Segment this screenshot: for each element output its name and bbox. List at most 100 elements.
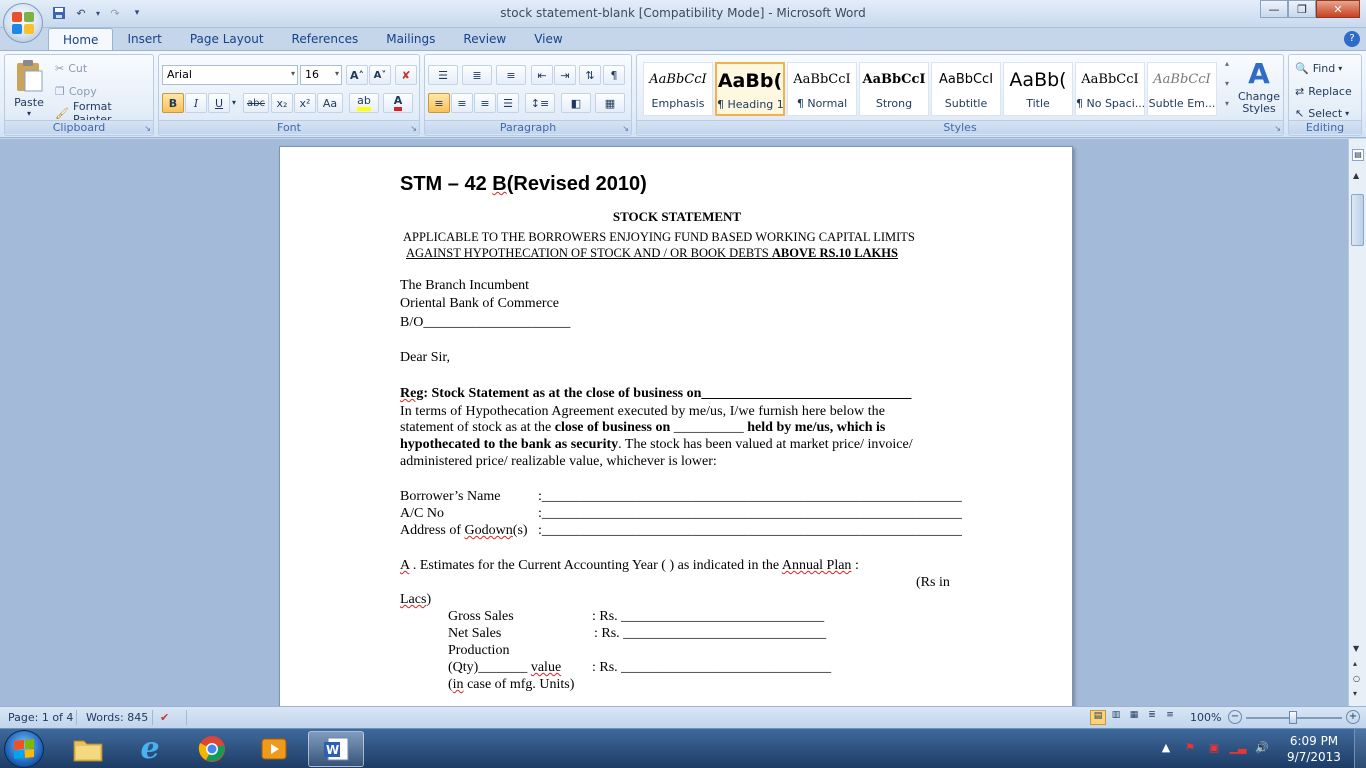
change-case-button[interactable]: Aa <box>317 93 343 113</box>
clipboard-launcher-icon[interactable]: ↘ <box>144 124 151 133</box>
media-player-taskbar-button[interactable] <box>246 731 302 767</box>
style-title[interactable]: AaBb( Title <box>1003 62 1073 116</box>
tab-mailings[interactable]: Mailings <box>372 28 449 50</box>
word-taskbar-button[interactable]: W <box>308 731 364 767</box>
outline-icon[interactable]: ≣ <box>1144 710 1160 725</box>
superscript-button[interactable]: x² <box>294 93 316 113</box>
zoom-slider-thumb[interactable] <box>1289 711 1297 724</box>
zoom-in-icon[interactable]: + <box>1346 710 1360 724</box>
align-left-button[interactable]: ≡ <box>428 93 450 113</box>
help-icon[interactable]: ? <box>1344 31 1360 47</box>
tab-view[interactable]: View <box>520 28 576 50</box>
styles-launcher-icon[interactable]: ↘ <box>1274 124 1281 133</box>
scroll-up-icon[interactable]: ▲ <box>1353 171 1359 180</box>
acno-field[interactable]: :_______________________________________… <box>538 506 962 522</box>
scroll-down-icon[interactable]: ▼ <box>1353 644 1359 653</box>
ruler-toggle-icon[interactable]: ▤ <box>1352 149 1364 161</box>
change-styles-button[interactable]: A Change Styles <box>1235 57 1283 119</box>
web-layout-icon[interactable]: ▦ <box>1126 710 1142 725</box>
bullets-button[interactable]: ☰ <box>428 65 458 85</box>
explorer-taskbar-button[interactable] <box>60 731 116 767</box>
font-name-combo[interactable]: Arial ▾ <box>162 65 298 85</box>
full-screen-reading-icon[interactable]: ▥ <box>1108 710 1124 725</box>
find-button[interactable]: 🔍 Find ▾ <box>1295 58 1342 78</box>
style-emphasis[interactable]: AaBbCcI Emphasis <box>643 62 713 116</box>
show-desktop-button[interactable] <box>1354 729 1366 768</box>
internet-explorer-taskbar-button[interactable]: e <box>122 731 178 767</box>
grow-font-button[interactable]: A˄ <box>346 65 368 85</box>
style-normal[interactable]: AaBbCcI ¶ Normal <box>787 62 857 116</box>
browse-object-icon[interactable]: ○ <box>1353 674 1360 683</box>
increase-indent-button[interactable]: ⇥ <box>554 65 576 85</box>
previous-page-icon[interactable]: ▴ <box>1353 659 1357 668</box>
undo-icon[interactable]: ↶ <box>72 4 90 22</box>
scrollbar-thumb[interactable] <box>1351 194 1364 246</box>
minimize-button[interactable]: — <box>1260 0 1288 18</box>
borrower-name-field[interactable]: :_______________________________________… <box>538 489 962 505</box>
maximize-button[interactable]: ❐ <box>1288 0 1316 18</box>
zoom-level[interactable]: 100% <box>1190 711 1221 724</box>
signal-icon[interactable]: ▁▃ <box>1229 741 1247 757</box>
production-field[interactable]: : Rs. ______________________________ <box>592 660 831 676</box>
style-heading-1[interactable]: AaBb( ¶ Heading 1 <box>715 62 785 116</box>
line-spacing-button[interactable]: ↕≡ <box>525 93 555 113</box>
clear-formatting-button[interactable]: ✘ <box>395 65 417 85</box>
bold-button[interactable]: B <box>162 93 184 113</box>
tab-insert[interactable]: Insert <box>113 28 175 50</box>
sort-button[interactable]: ⇅ <box>579 65 601 85</box>
print-layout-icon[interactable]: ▤ <box>1090 710 1106 725</box>
vertical-scrollbar[interactable]: ▤ ▲ ▼ ▴ ○ ▾ <box>1348 139 1366 706</box>
clock[interactable]: 6:09 PM 9/7/2013 <box>1274 733 1354 765</box>
page-count[interactable]: Page: 1 of 4 <box>8 711 73 724</box>
style-subtle-emphasis[interactable]: AaBbCcI Subtle Em... <box>1147 62 1217 116</box>
save-icon[interactable] <box>50 4 68 22</box>
style-subtitle[interactable]: AaBbCcI Subtitle <box>931 62 1001 116</box>
draft-icon[interactable]: ≡ <box>1162 710 1178 725</box>
show-formatting-button[interactable]: ¶ <box>603 65 625 85</box>
chrome-taskbar-button[interactable] <box>184 731 240 767</box>
office-button[interactable] <box>3 3 43 43</box>
tab-references[interactable]: References <box>278 28 373 50</box>
justify-button[interactable]: ☰ <box>497 93 519 113</box>
font-size-combo[interactable]: 16 ▾ <box>300 65 342 85</box>
network-warning-icon[interactable]: ▣ <box>1205 741 1223 757</box>
font-launcher-icon[interactable]: ↘ <box>410 124 417 133</box>
tab-home[interactable]: Home <box>48 28 114 50</box>
styles-more-icon[interactable]: ▾ <box>1221 99 1233 117</box>
copy-button[interactable]: ❐ Copy <box>55 81 97 101</box>
font-color-button[interactable]: A <box>383 93 413 113</box>
shading-button[interactable]: ◧ <box>561 93 591 113</box>
word-count[interactable]: Words: 845 <box>86 711 148 724</box>
decrease-indent-button[interactable]: ⇤ <box>531 65 553 85</box>
volume-icon[interactable]: 🔊 <box>1253 741 1271 757</box>
gross-sales-field[interactable]: : Rs. _____________________________ <box>592 609 824 625</box>
highlight-button[interactable]: ab <box>349 93 379 113</box>
show-hidden-icons-icon[interactable]: ▲ <box>1157 741 1175 757</box>
styles-scroll-down-icon[interactable]: ▾ <box>1221 79 1233 97</box>
start-button[interactable] <box>4 730 44 768</box>
style-strong[interactable]: AaBbCcI Strong <box>859 62 929 116</box>
borders-button[interactable]: ▦ <box>595 93 625 113</box>
numbering-button[interactable]: ≣ <box>462 65 492 85</box>
close-button[interactable]: ✕ <box>1316 0 1360 18</box>
subscript-button[interactable]: x₂ <box>271 93 293 113</box>
tab-review[interactable]: Review <box>449 28 520 50</box>
action-center-flag-icon[interactable]: ⚑ <box>1181 741 1199 757</box>
multilevel-list-button[interactable]: ≡ <box>496 65 526 85</box>
redo-icon[interactable]: ↷ <box>106 4 124 22</box>
shrink-font-button[interactable]: A˅ <box>369 65 391 85</box>
paragraph-launcher-icon[interactable]: ↘ <box>622 124 629 133</box>
customize-toolbar-icon[interactable]: ▾ <box>128 4 146 22</box>
net-sales-field[interactable]: : Rs. _____________________________ <box>594 626 826 642</box>
replace-button[interactable]: ⇄ Replace <box>1295 81 1352 101</box>
godown-address-field[interactable]: :_______________________________________… <box>538 523 962 539</box>
align-center-button[interactable]: ≡ <box>451 93 473 113</box>
underline-dropdown-icon[interactable]: ▾ <box>232 98 236 107</box>
italic-button[interactable]: I <box>185 93 207 113</box>
tab-page-layout[interactable]: Page Layout <box>176 28 278 50</box>
cut-button[interactable]: ✂ Cut <box>55 58 87 78</box>
paste-button[interactable]: Paste ▾ <box>9 57 49 119</box>
strikethrough-button[interactable]: abc <box>243 93 269 113</box>
styles-scroll-up-icon[interactable]: ▴ <box>1221 59 1233 77</box>
next-page-icon[interactable]: ▾ <box>1353 689 1357 698</box>
